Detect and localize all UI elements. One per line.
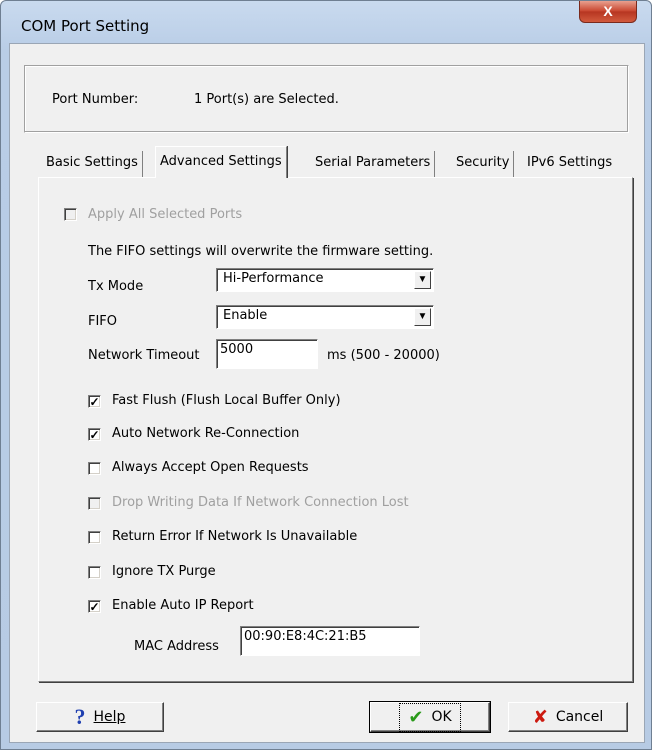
fifo-label: FIFO [88,314,118,329]
close-button[interactable]: X [579,1,637,23]
help-button[interactable]: ? Help [36,702,164,732]
network-timeout-range: ms (500 - 20000) [327,348,440,363]
tab-serial-parameters[interactable]: Serial Parameters [311,151,436,177]
auto-ip-report-label: Enable Auto IP Report [112,598,254,613]
tab-label: Basic Settings [46,155,138,170]
fifo-note: The FIFO settings will overwrite the fir… [88,244,434,259]
fast-flush-checkbox[interactable]: ✓ [88,395,101,408]
help-label: Help [93,709,126,725]
drop-writing-label: Drop Writing Data If Network Connection … [112,495,409,510]
mac-address-input[interactable]: 00:90:E8:4C:21:B5 [240,626,420,656]
ok-focus-ring: ✔ OK [399,702,461,732]
cancel-label: Cancel [555,709,604,725]
fast-flush-label: Fast Flush (Flush Local Buffer Only) [112,393,341,408]
window-title: COM Port Setting [21,17,150,35]
chevron-down-icon[interactable]: ▼ [414,308,431,326]
ok-button[interactable]: ✔ OK [369,701,491,733]
tab-security[interactable]: Security [452,151,515,177]
return-error-checkbox[interactable] [88,531,101,544]
ignore-tx-purge-checkbox[interactable] [88,566,101,579]
mac-address-label: MAC Address [134,639,219,654]
ignore-tx-purge-label: Ignore TX Purge [112,564,216,579]
tab-basic-settings[interactable]: Basic Settings [42,151,143,177]
tx-mode-value: Hi-Performance [223,271,324,286]
tab-label: Advanced Settings [160,154,282,169]
tab-ipv6-settings[interactable]: IPv6 Settings [523,151,616,177]
drop-writing-checkbox[interactable] [88,497,101,510]
network-timeout-input[interactable]: 5000 [216,339,318,369]
tx-mode-label: Tx Mode [88,279,144,294]
tab-label: Serial Parameters [315,155,431,170]
auto-reconnect-checkbox[interactable]: ✓ [88,428,101,441]
close-icon: X [603,3,613,19]
checkmark-icon: ✔ [408,706,424,728]
apply-all-checkbox[interactable] [64,208,77,221]
ok-label: OK [431,709,452,725]
tab-label: Security [456,155,510,170]
port-number-value: 1 Port(s) are Selected. [194,92,339,107]
always-accept-label: Always Accept Open Requests [112,460,309,475]
fifo-value: Enable [223,308,268,323]
cross-icon: ✘ [532,706,548,728]
tab-label: IPv6 Settings [527,155,613,170]
tx-mode-select[interactable]: Hi-Performance ▼ [216,268,434,292]
network-timeout-label: Network Timeout [88,348,200,363]
auto-reconnect-label: Auto Network Re-Connection [112,426,300,441]
title-bar[interactable]: COM Port Setting X [1,1,651,39]
port-number-label: Port Number: [52,92,139,107]
help-question-icon: ? [74,704,86,729]
apply-all-label: Apply All Selected Ports [88,207,243,222]
fifo-select[interactable]: Enable ▼ [216,305,434,329]
auto-ip-report-checkbox[interactable]: ✓ [88,600,101,613]
cancel-button[interactable]: ✘ Cancel [508,702,628,732]
always-accept-checkbox[interactable] [88,462,101,475]
tab-advanced-settings[interactable]: Advanced Settings [155,146,287,178]
chevron-down-icon[interactable]: ▼ [414,271,431,289]
return-error-label: Return Error If Network Is Unavailable [112,529,358,544]
